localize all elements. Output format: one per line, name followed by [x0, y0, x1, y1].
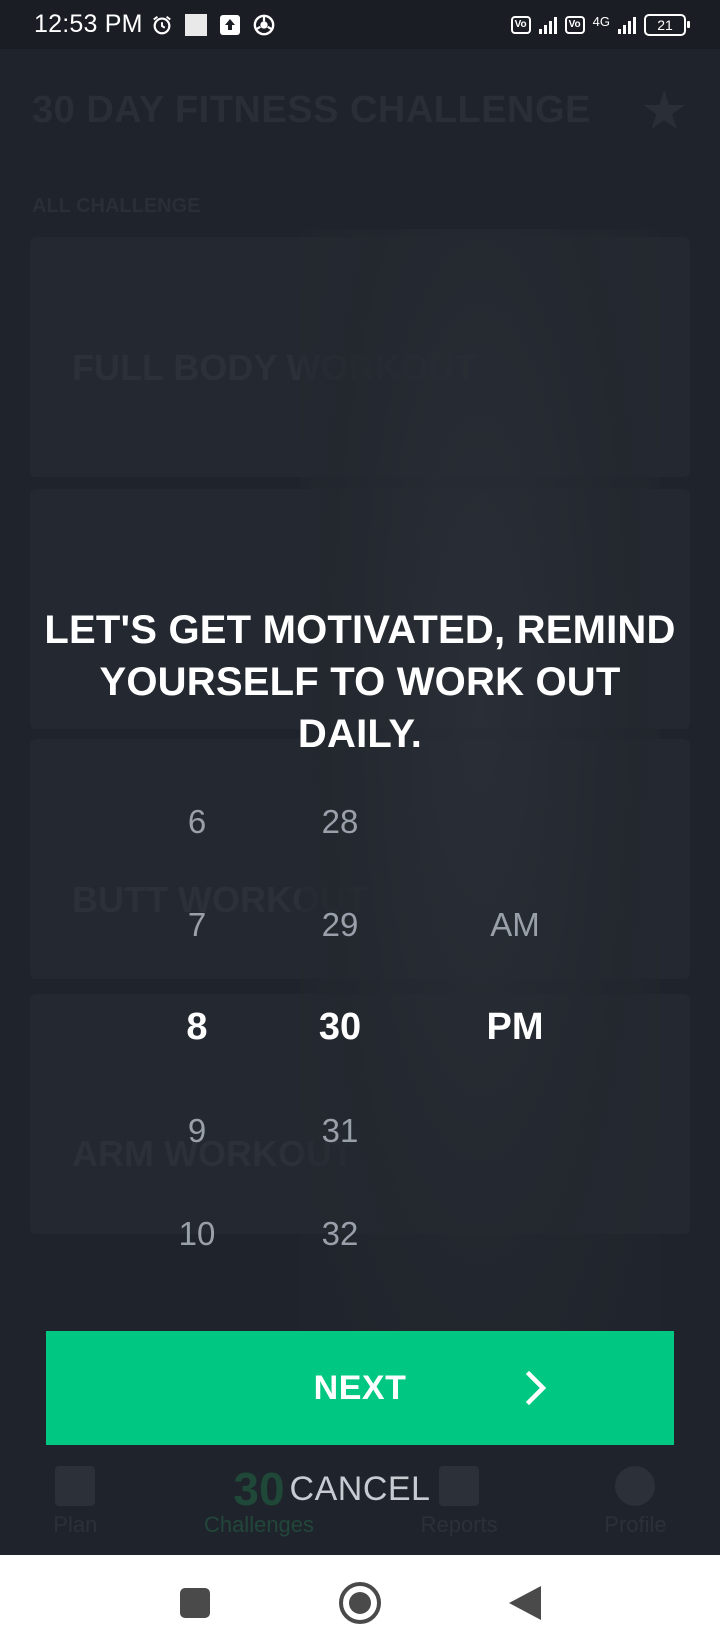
nav-label: Profile	[604, 1512, 667, 1537]
status-bar: 12:53 PM Vo Vo 4G 21	[0, 0, 720, 49]
cancel-button[interactable]: CANCEL	[0, 1470, 720, 1509]
time-picker[interactable]: 6 7 8 9 10 28 29 30 31 32 AM PM	[0, 770, 720, 1290]
section-label: ALL CHALLENGE	[32, 195, 201, 217]
minute-option[interactable]: 28	[280, 770, 400, 873]
minute-option-selected[interactable]: 30	[280, 976, 400, 1079]
hour-option[interactable]: 9	[137, 1079, 257, 1182]
next-button[interactable]: NEXT	[46, 1331, 674, 1445]
nav-label: Challenges	[203, 1512, 315, 1537]
ampm-wheel[interactable]: AM PM	[455, 873, 575, 1079]
minute-option[interactable]: 31	[280, 1079, 400, 1182]
headline-line-2: YOURSELF TO WORK OUT DAILY.	[99, 660, 621, 756]
back-button[interactable]	[480, 1555, 570, 1650]
minute-wheel[interactable]: 28 29 30 31 32	[280, 770, 400, 1285]
headline-line-1: LET'S GET MOTIVATED, REMIND	[44, 608, 676, 652]
nav-label: Reports	[420, 1512, 498, 1537]
status-time: 12:53 PM	[34, 10, 143, 38]
next-button-label: NEXT	[313, 1368, 407, 1407]
ampm-option[interactable]: AM	[455, 873, 575, 976]
signal-icon-2	[618, 16, 636, 34]
ampm-option-selected[interactable]: PM	[455, 976, 575, 1079]
chrome-icon	[253, 14, 275, 36]
minute-option[interactable]: 32	[280, 1182, 400, 1285]
volte-icon: Vo	[510, 15, 531, 34]
hour-option[interactable]: 7	[137, 873, 257, 976]
volte-icon-2: Vo	[564, 15, 585, 34]
status-icons-left	[151, 13, 275, 36]
app-title: 30 DAY FITNESS CHALLENGE	[32, 89, 591, 131]
minute-option[interactable]: 29	[280, 873, 400, 976]
chevron-right-icon	[516, 1368, 556, 1408]
upload-icon	[219, 14, 241, 36]
nav-label: Plan	[53, 1512, 98, 1537]
battery-icon: 21	[644, 13, 690, 36]
home-button[interactable]	[315, 1555, 405, 1650]
battery-level: 21	[657, 16, 673, 33]
notification-square-icon	[184, 13, 207, 36]
status-icons-right: Vo Vo 4G 21	[510, 13, 690, 36]
hour-wheel[interactable]: 6 7 8 9 10	[137, 770, 257, 1285]
network-type: 4G	[592, 13, 610, 29]
android-nav-bar	[0, 1555, 720, 1650]
alarm-icon	[151, 14, 173, 36]
hour-option[interactable]: 6	[137, 770, 257, 873]
hour-option[interactable]: 10	[137, 1182, 257, 1285]
star-icon: ★	[640, 81, 689, 141]
hour-option-selected[interactable]: 8	[137, 976, 257, 1079]
recents-button[interactable]	[150, 1555, 240, 1650]
signal-icon	[538, 16, 557, 34]
reminder-headline: LET'S GET MOTIVATED, REMIND YOURSELF TO …	[40, 604, 680, 760]
